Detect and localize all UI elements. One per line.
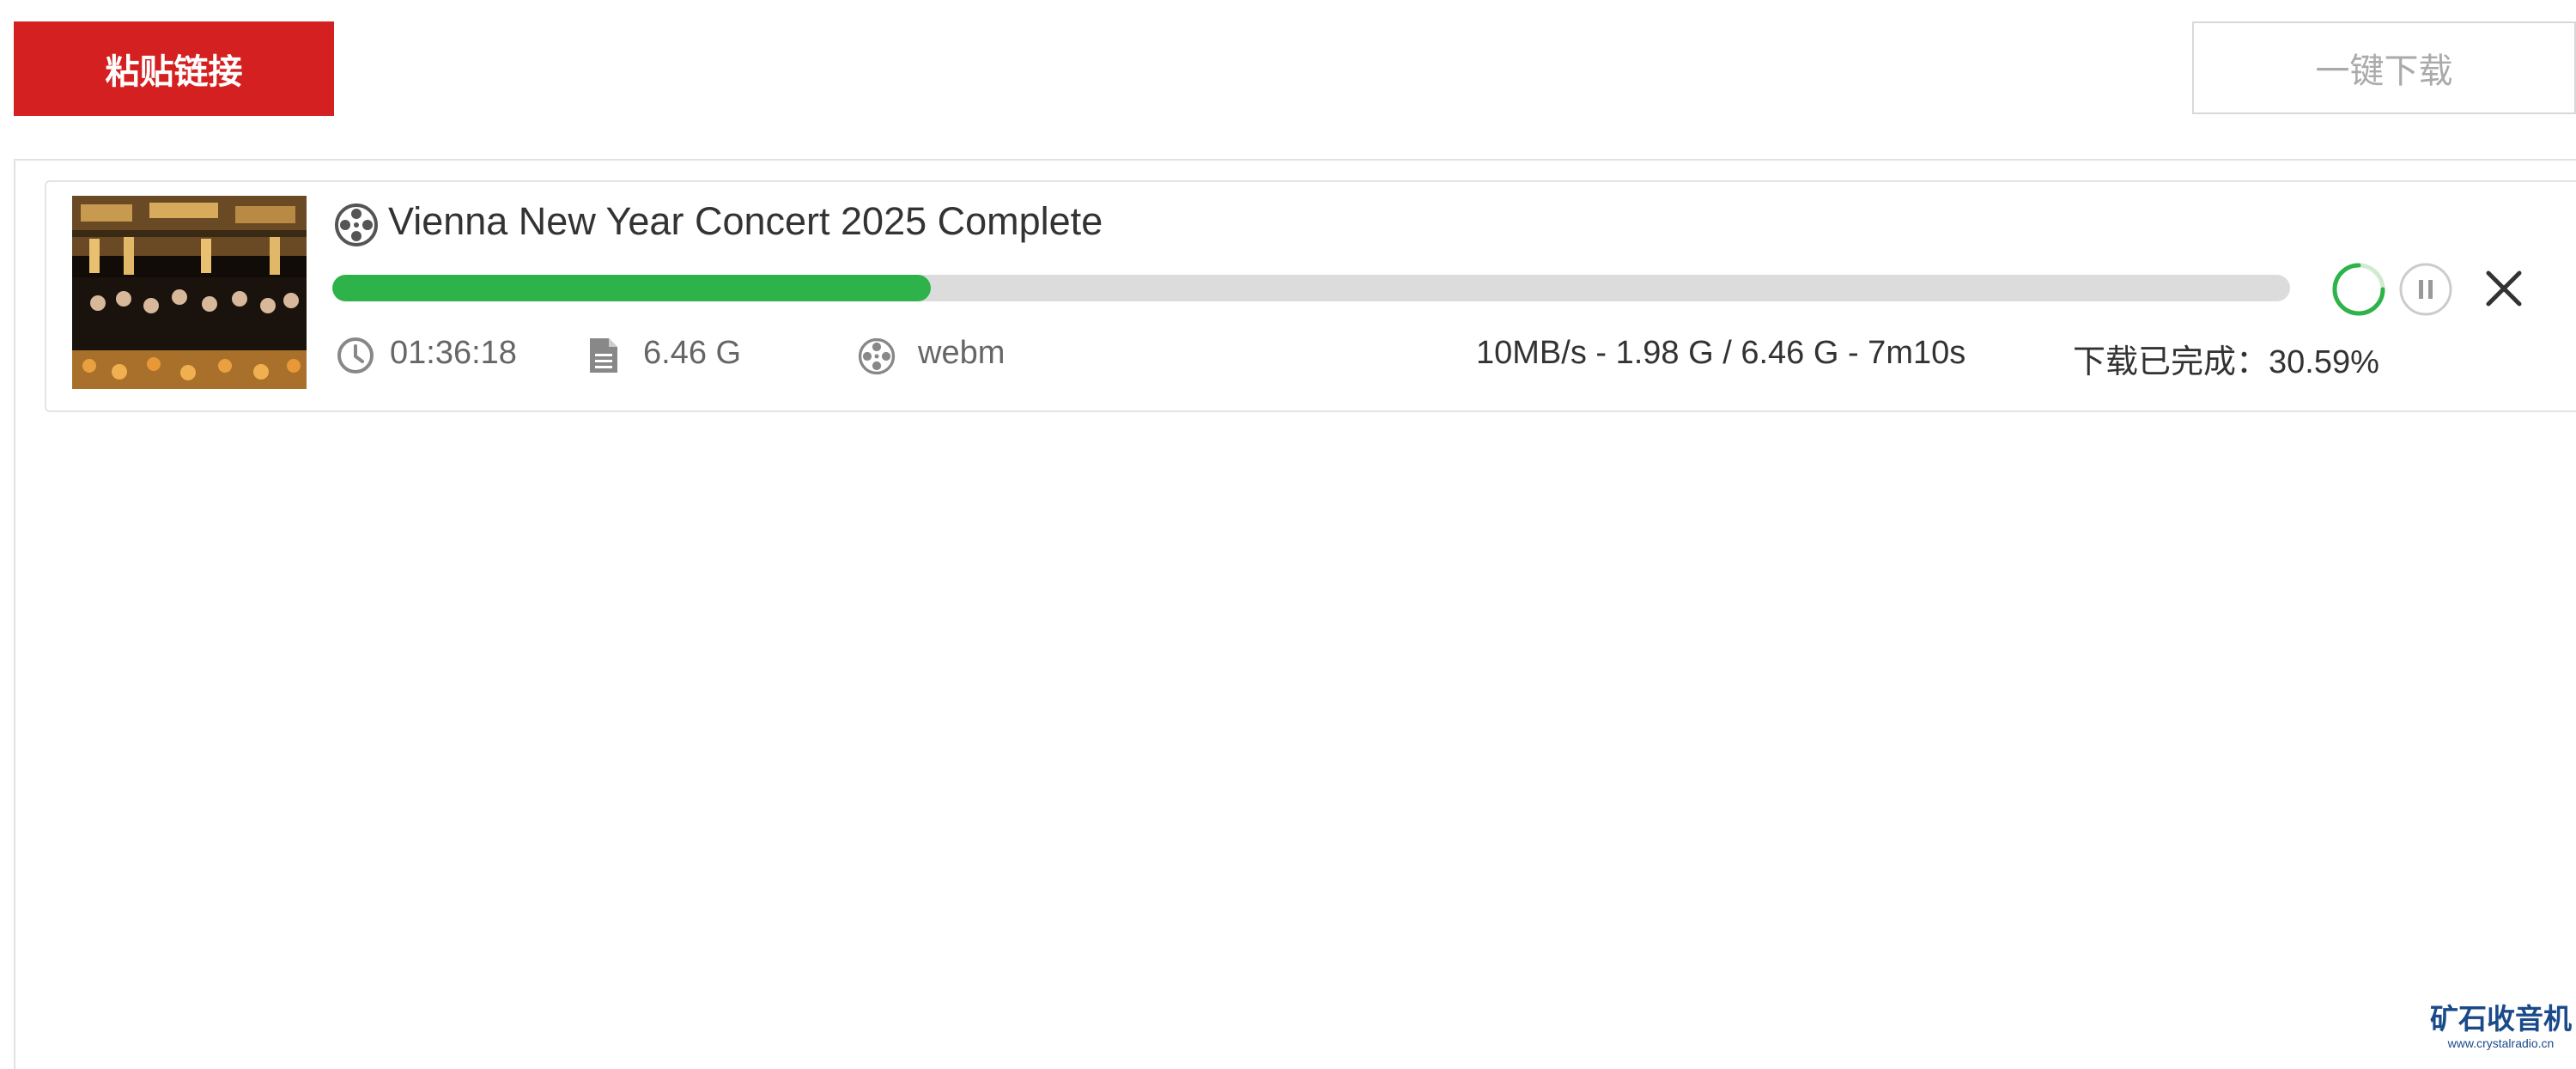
download-task-card: Vienna New Year Concert 2025 Complete 01…	[45, 180, 2576, 412]
watermark: 矿石收音机 www.crystalradio.cn	[2430, 1003, 2572, 1051]
document-icon	[590, 338, 617, 373]
film-reel-icon	[335, 203, 378, 246]
duration-value: 01:36:18	[390, 335, 517, 371]
clock-icon	[337, 337, 374, 374]
format-value: webm	[918, 335, 1005, 371]
file-size-value: 6.46 G	[643, 335, 742, 371]
paste-link-button[interactable]: 粘贴链接	[14, 21, 334, 116]
download-all-button[interactable]: 一键下载	[2192, 21, 2576, 114]
close-icon[interactable]	[2483, 268, 2524, 309]
pause-icon[interactable]	[2397, 261, 2454, 318]
video-thumbnail	[72, 196, 307, 389]
task-title: Vienna New Year Concert 2025 Complete	[388, 199, 1103, 243]
completion-status: 下载已完成：30.59%	[2073, 344, 2379, 380]
progress-bar	[332, 275, 2290, 301]
loading-spinner-icon	[2332, 263, 2385, 316]
watermark-title: 矿石收音机	[2430, 1002, 2572, 1036]
film-reel-icon	[858, 337, 896, 375]
progress-fill	[332, 275, 932, 301]
watermark-url: www.crystalradio.cn	[2447, 1036, 2555, 1050]
download-status: 10MB/s - 1.98 G / 6.46 G - 7m10s	[1476, 335, 1966, 371]
